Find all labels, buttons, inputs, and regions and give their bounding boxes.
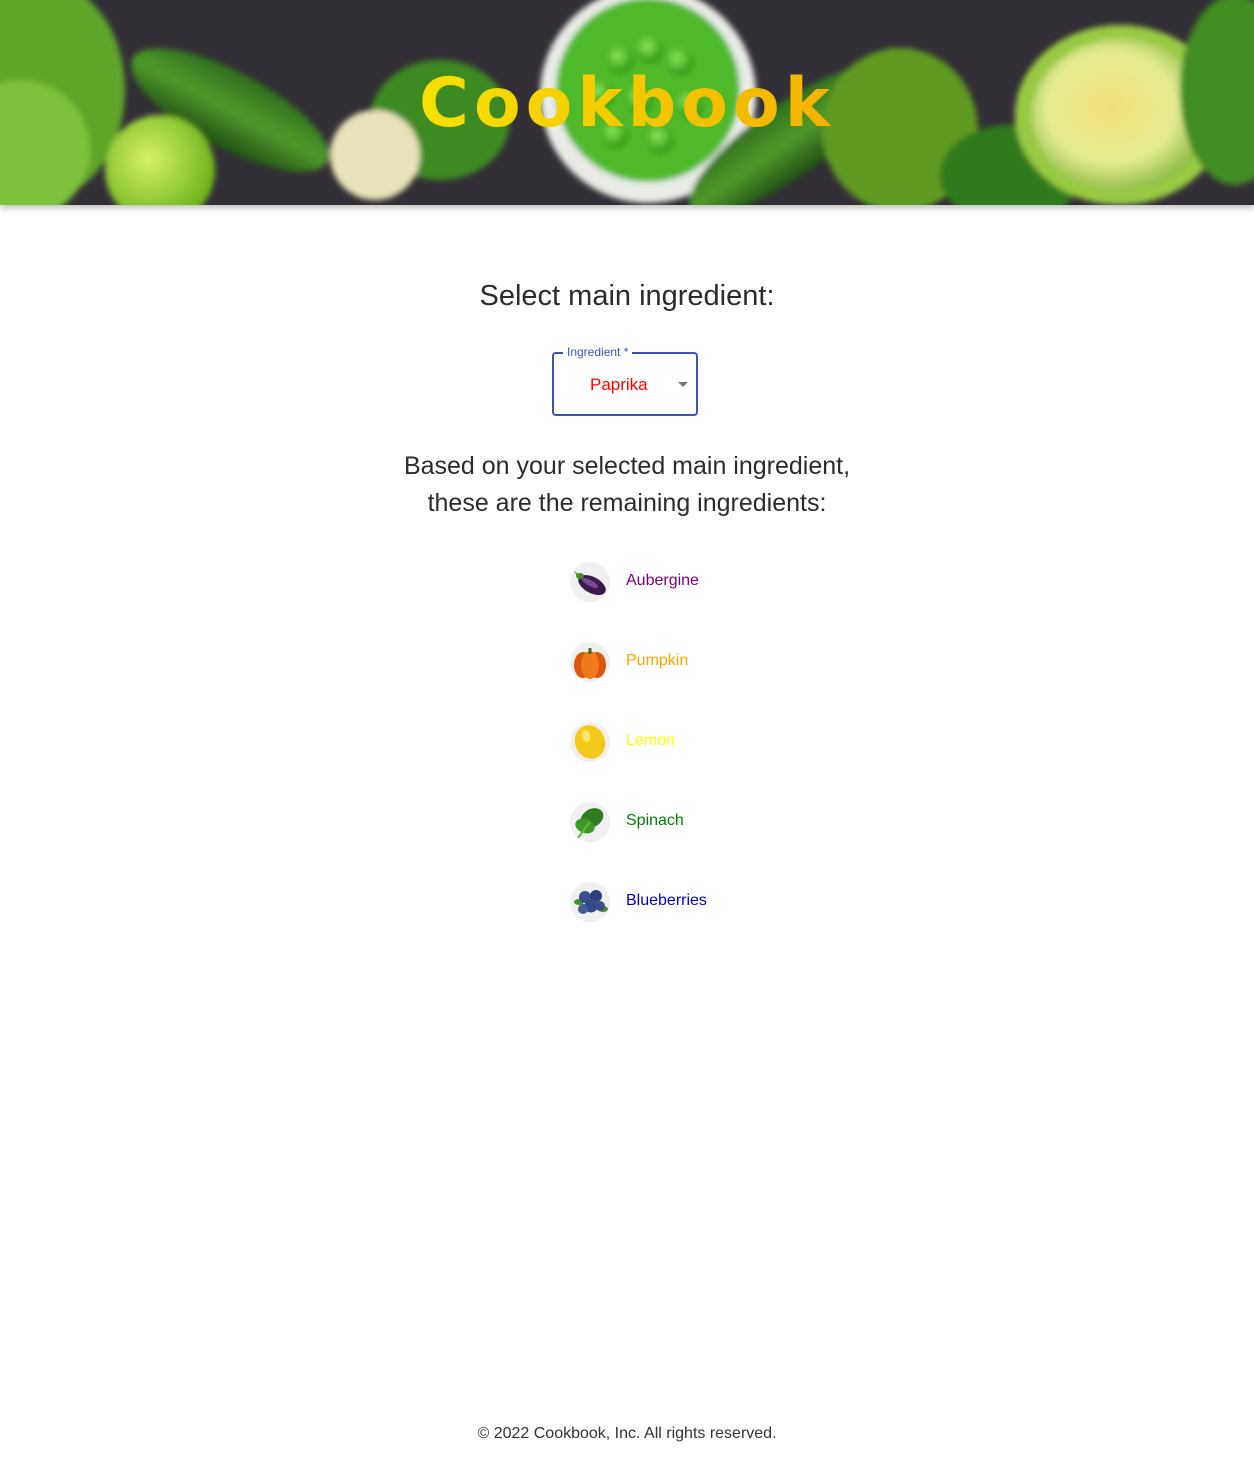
ingredient-select-value: Paprika [590, 375, 648, 394]
spinach-icon [570, 802, 610, 842]
lemon-icon [570, 722, 610, 762]
remaining-heading-line2: these are the remaining ingredients: [427, 489, 827, 517]
ingredient-name: Aubergine [626, 572, 699, 589]
pumpkin-icon [570, 642, 610, 682]
remaining-ingredients-heading: Based on your selected main ingredient, … [0, 448, 1254, 522]
blueberries-icon [570, 882, 610, 922]
title-wrap: Cookbook [0, 0, 1254, 205]
ingredient-name: Blueberries [626, 892, 707, 909]
ingredient-select[interactable]: Ingredient * Paprika [552, 345, 698, 416]
ingredient-select-label: Ingredient * [563, 345, 633, 359]
select-heading: Select main ingredient: [479, 280, 775, 312]
copyright-text: © 2022 Cookbook, Inc. All rights reserve… [477, 1425, 777, 1442]
footer: © 2022 Cookbook, Inc. All rights reserve… [0, 1424, 1254, 1444]
remaining-heading-line1: Based on your selected main ingredient, [403, 452, 851, 480]
app-title: Cookbook [0, 62, 1254, 146]
ingredient-name: Pumpkin [626, 652, 689, 669]
header-banner: Cookbook [0, 0, 1254, 205]
aubergine-icon [570, 562, 610, 602]
ingredient-name: Lemon [626, 732, 675, 749]
chevron-down-icon[interactable] [678, 382, 688, 387]
ingredient-name: Spinach [626, 812, 684, 829]
